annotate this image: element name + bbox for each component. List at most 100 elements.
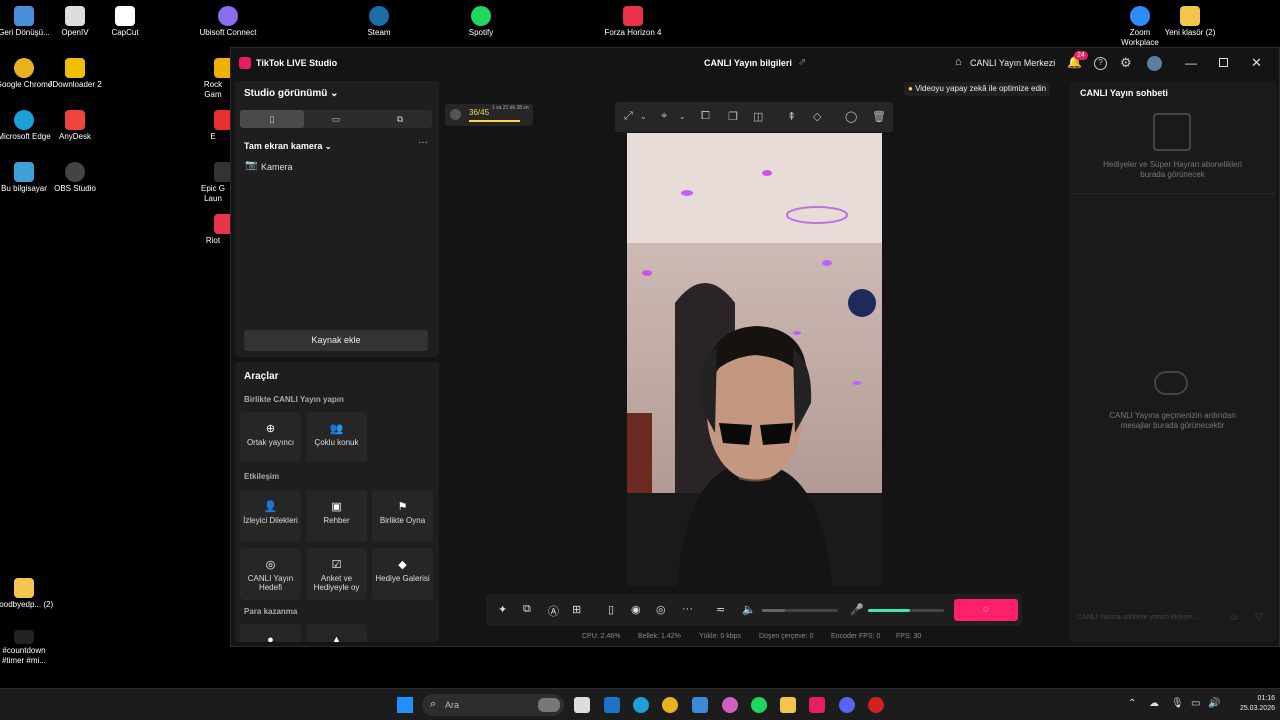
speaker-icon[interactable]: 🔈 (742, 603, 756, 616)
tool-monetize-2[interactable]: ▲ (306, 624, 367, 642)
desktop-icon-riot[interactable]: Riot (196, 214, 230, 246)
desktop-icon-spotify[interactable]: Spotify (451, 6, 511, 38)
app-icon (214, 110, 230, 130)
magic-wand-icon[interactable]: ✦ (498, 603, 507, 616)
ai-icon[interactable]: Ⓐ (548, 603, 559, 619)
portrait-layout-tab[interactable]: ▯ (240, 110, 304, 128)
close-icon[interactable]: ✕ (1251, 55, 1262, 71)
spotify-icon[interactable] (751, 697, 767, 713)
poll-icon: ☑ (331, 559, 342, 571)
discord-icon[interactable] (839, 697, 855, 713)
layers-icon[interactable]: ◇ (813, 110, 821, 123)
app-icon[interactable] (868, 697, 884, 713)
tiktok-studio-icon[interactable] (809, 697, 825, 713)
move-up-icon[interactable]: ⇞ (787, 110, 796, 123)
desktop-icon-steam[interactable]: Steam (349, 6, 409, 38)
tools-panel: Araçlar Birlikte CANLI Yayın yapın ⊕ Orta… (235, 362, 439, 642)
loading-spinner-icon: ◌ (983, 604, 989, 615)
live-center-button[interactable]: CANLI Yayın Merkezi (970, 58, 1055, 68)
chevron-down-icon[interactable]: ⌄ (640, 112, 647, 121)
viewer-goal-widget[interactable]: 36/45 1 sa 21 dk 38 sn (445, 104, 533, 126)
tool-monetize-1[interactable]: ● (240, 624, 301, 642)
desktop-icon-capcut[interactable]: CapCut (95, 6, 155, 38)
tool-viewer-wishes[interactable]: 👤 İzleyici Dilekleri (240, 490, 301, 542)
volume-icon[interactable]: 🔊 (1208, 698, 1220, 709)
flip-icon[interactable]: ◫ (753, 110, 763, 123)
rotate-icon[interactable]: ◯ (845, 110, 857, 123)
more-icon[interactable]: ··· (682, 603, 693, 615)
desktop-icon-obs[interactable]: OBS Studio (45, 162, 105, 194)
taskbar: ⌕ Ara ⌃ ☁ 🎙 ▭ 🔊 01:16 25.03.2026 (0, 688, 1280, 720)
desktop-icon-rockstar[interactable]: Rock Gam (196, 58, 230, 100)
desktop-icon-epic[interactable]: Epic G Laun (196, 162, 230, 204)
go-live-button[interactable]: ◌ (954, 599, 1018, 621)
desktop-icon-e[interactable]: E (196, 110, 230, 142)
desktop-icon-countdown-file[interactable]: #countdown #timer #mi... (0, 630, 54, 666)
copilot-icon[interactable] (722, 697, 738, 713)
zoom-icon (1130, 6, 1150, 26)
minimize-icon[interactable]: — (1185, 56, 1197, 70)
start-button[interactable] (397, 697, 413, 713)
landscape-icon: ▭ (331, 114, 341, 124)
tool-guide[interactable]: ▣ Rehber (306, 490, 367, 542)
phone-icon[interactable]: ▯ (608, 603, 614, 616)
tool-play-together[interactable]: ⚑ Birlikte Oyna (372, 490, 433, 542)
trash-icon[interactable]: 🗑 (872, 110, 886, 123)
studio-view-title[interactable]: Studio görünümü ⌄ (244, 88, 339, 99)
source-camera[interactable]: Kamera (261, 162, 293, 172)
maximize-icon[interactable] (1219, 58, 1228, 67)
desktop-icon-ubisoft[interactable]: Ubisoft Connect (198, 6, 258, 38)
add-source-button[interactable]: Kaynak ekle (244, 330, 428, 351)
landscape-layout-tab[interactable]: ▭ (304, 110, 368, 128)
gear-icon[interactable]: ⚙ (1120, 55, 1132, 71)
tool-co-host[interactable]: ⊕ Ortak yayıncı (240, 412, 301, 462)
dual-layout-tab[interactable]: ⧉ (368, 110, 432, 128)
copy-icon[interactable]: ❐ (728, 110, 738, 123)
desktop-icon-jdownloader[interactable]: JDownloader 2 (45, 58, 105, 90)
filter-icon[interactable]: ▽ (1255, 612, 1263, 623)
emoji-icon[interactable]: ☺ (1229, 612, 1239, 623)
help-icon[interactable]: ? (1094, 57, 1107, 70)
live-info-title[interactable]: CANLI Yayın bilgileri (704, 58, 792, 68)
cloud-off-icon[interactable]: ☁ (1149, 698, 1159, 709)
tool-live-goal[interactable]: ◎ CANLI Yayın Hedefi (240, 548, 301, 600)
ai-optimize-tip[interactable]: ● Videoyu yapay zekâ ile optimize edin (904, 82, 1051, 96)
edge-icon[interactable] (633, 697, 649, 713)
share-icon[interactable]: ⇗ (798, 57, 806, 68)
task-view-icon[interactable] (574, 697, 590, 713)
tool-multi-guest[interactable]: 👥 Çoklu konuk (306, 412, 367, 462)
file-explorer-icon[interactable] (780, 697, 796, 713)
chat-input[interactable]: CANLI Yayına sohbete yorum ekleyin... (1077, 614, 1252, 621)
avatar[interactable] (1147, 56, 1162, 71)
microphone-icon[interactable]: 🎤 (850, 603, 864, 616)
chrome-icon[interactable] (662, 697, 678, 713)
desktop-icon-new-folder[interactable]: Yeni klasör (2) (1160, 6, 1220, 38)
settings-app-icon[interactable] (692, 697, 708, 713)
microphone-icon[interactable]: 🎙 (1171, 698, 1184, 709)
scene-selector[interactable]: Tam ekran kamera ⌄ (244, 141, 332, 151)
settings-sliders-icon[interactable]: ≂ (716, 603, 725, 616)
add-media-icon[interactable]: ⊞ (572, 603, 581, 616)
camera-preview[interactable] (627, 133, 882, 586)
screenshot-icon[interactable]: ◎ (656, 603, 666, 616)
tool-poll[interactable]: ☑ Anket ve Hediyeyle oy (306, 548, 367, 600)
desktop-icon-anydesk[interactable]: AnyDesk (45, 110, 105, 142)
more-options-icon[interactable]: ··· (418, 137, 428, 148)
record-icon[interactable]: ◉ (631, 603, 641, 616)
desktop-icon-forza[interactable]: Forza Horizon 4 (603, 6, 663, 38)
ubisoft-icon (218, 6, 238, 26)
home-icon[interactable]: ⌂ (955, 56, 962, 68)
fit-screen-icon[interactable]: ⤢ (624, 110, 633, 123)
chevron-down-icon[interactable]: ⌄ (679, 112, 686, 121)
system-clock[interactable]: 01:16 25.03.2026 (1225, 694, 1275, 714)
desktop-icon-goodbye-folder[interactable]: goodbyedp... (2) (0, 578, 54, 610)
chevron-up-icon[interactable]: ⌃ (1128, 698, 1136, 709)
position-icon[interactable]: ⌖ (661, 110, 667, 123)
display-icon[interactable]: ▭ (1191, 698, 1200, 709)
outlook-icon[interactable] (604, 697, 620, 713)
tool-gift-gallery[interactable]: ◆ Hediye Galerisi (372, 548, 433, 600)
search-box[interactable]: ⌕ Ara (422, 694, 564, 716)
target-icon: ◎ (265, 559, 276, 571)
effects-icon[interactable]: ⧉ (523, 603, 531, 616)
crop-icon[interactable]: ⧠ (701, 110, 710, 123)
